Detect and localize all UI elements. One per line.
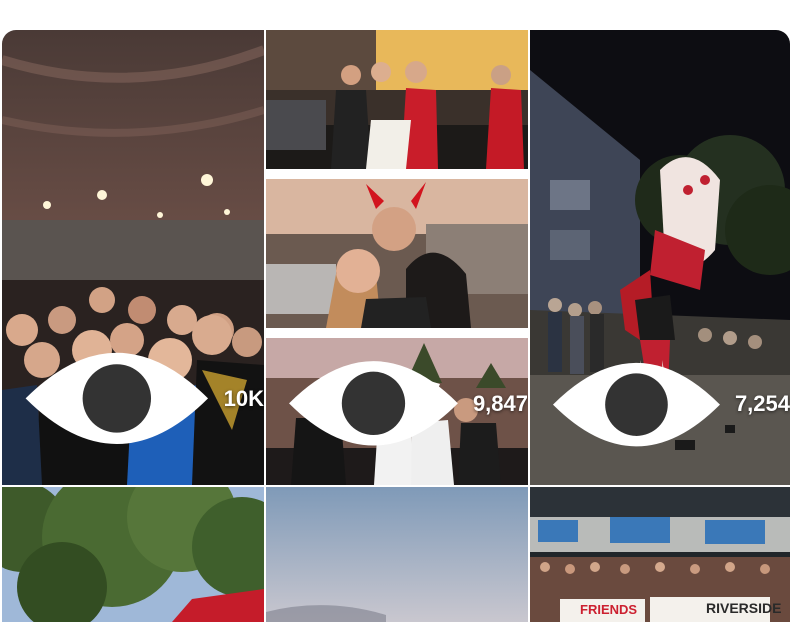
video-tile-lion-dance[interactable]: 7,254 xyxy=(530,30,790,485)
video-tile-bunny-ears-group[interactable]: 9,847 xyxy=(266,338,528,485)
video-thumbnail xyxy=(266,179,528,328)
video-tile-devil-horns-night[interactable] xyxy=(266,30,528,169)
video-tile-auditorium[interactable]: FRIENDS RIVERSIDE xyxy=(530,487,790,622)
banner-text-right: RIVERSIDE xyxy=(706,600,782,616)
view-count: 7,254 xyxy=(546,342,790,467)
view-count: 9,847 xyxy=(282,340,528,467)
video-thumbnail xyxy=(2,487,264,622)
eye-icon xyxy=(289,361,458,446)
view-count: 10K xyxy=(18,330,264,467)
video-thumbnail xyxy=(266,487,528,622)
view-count-label: 7,254 xyxy=(734,391,790,417)
video-tile-trees[interactable] xyxy=(2,487,264,622)
video-thumbnail xyxy=(266,30,528,169)
video-tile-sunset[interactable] xyxy=(266,487,528,622)
eye-icon xyxy=(552,362,720,447)
video-tile-crowd[interactable]: 10K xyxy=(2,30,264,485)
view-count-label: 9,847 xyxy=(472,390,528,416)
view-count-label: 10K xyxy=(223,385,264,411)
video-tile-devil-horns-selfie[interactable] xyxy=(266,179,528,328)
eye-icon xyxy=(25,352,209,445)
video-grid: 10K 9,847 7,254 FRIENDS RIVERSIDE xyxy=(2,30,790,622)
banner-text-left: FRIENDS xyxy=(580,602,638,617)
